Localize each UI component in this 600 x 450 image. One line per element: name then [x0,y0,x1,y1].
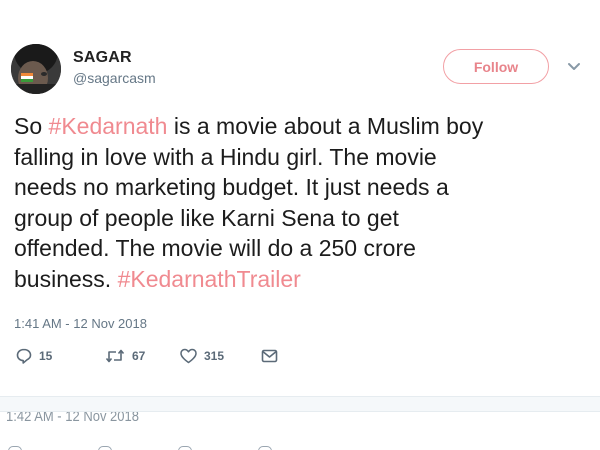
user-handle[interactable]: @sagarcasm [73,70,156,86]
retweet-count: 67 [132,349,146,363]
heart-icon[interactable] [178,446,192,450]
retweet-button[interactable]: 67 [105,345,145,367]
display-name[interactable]: SAGAR [73,49,132,67]
tweet-text-line: group of people like Karni Sena to get [14,204,399,231]
direct-message-button[interactable] [261,345,278,367]
avatar-photo-icon [11,44,61,94]
hashtag-link-kedarnath-trailer[interactable]: #KedarnathTrailer [118,266,301,292]
heart-icon [180,348,197,364]
reply-icon [16,348,32,364]
direct-message-icon[interactable] [258,446,272,450]
reply-icon[interactable] [8,446,22,450]
tweet-text-line: business. #KedarnathTrailer [14,265,301,292]
next-tweet-card: 1:42 AM - 12 Nov 2018 [0,411,600,450]
follow-button[interactable]: Follow [443,49,549,84]
tweet-text: So #Kedarnath is a movie about a Muslim … [14,111,594,294]
direct-message-icon [261,349,278,363]
retweet-icon[interactable] [98,446,112,450]
like-button[interactable]: 315 [180,345,224,367]
reply-count: 15 [39,349,53,363]
timeline-gap [0,397,600,411]
tweet-card: SAGAR @sagarcasm Follow So #Kedarnath is… [0,0,600,450]
tweet-text-line: So #Kedarnath is a movie about a Muslim … [14,113,484,139]
next-tweet-actions [8,446,308,450]
retweet-icon [105,349,125,363]
hashtag-link-kedarnath[interactable]: #Kedarnath [49,113,168,139]
tweet-timestamp[interactable]: 1:41 AM - 12 Nov 2018 [14,316,147,331]
reply-button[interactable]: 15 [16,345,52,367]
like-count: 315 [204,349,225,363]
next-tweet-timestamp[interactable]: 1:42 AM - 12 Nov 2018 [6,412,139,424]
tweet-text-line: needs no marketing budget. It just needs… [14,174,449,200]
tweet-text-line: offended. The movie will do a 250 crore [14,235,416,261]
chevron-down-icon[interactable] [566,60,582,74]
avatar[interactable] [11,44,61,94]
tweet-text-line: falling in love with a Hindu girl. The m… [14,143,437,170]
